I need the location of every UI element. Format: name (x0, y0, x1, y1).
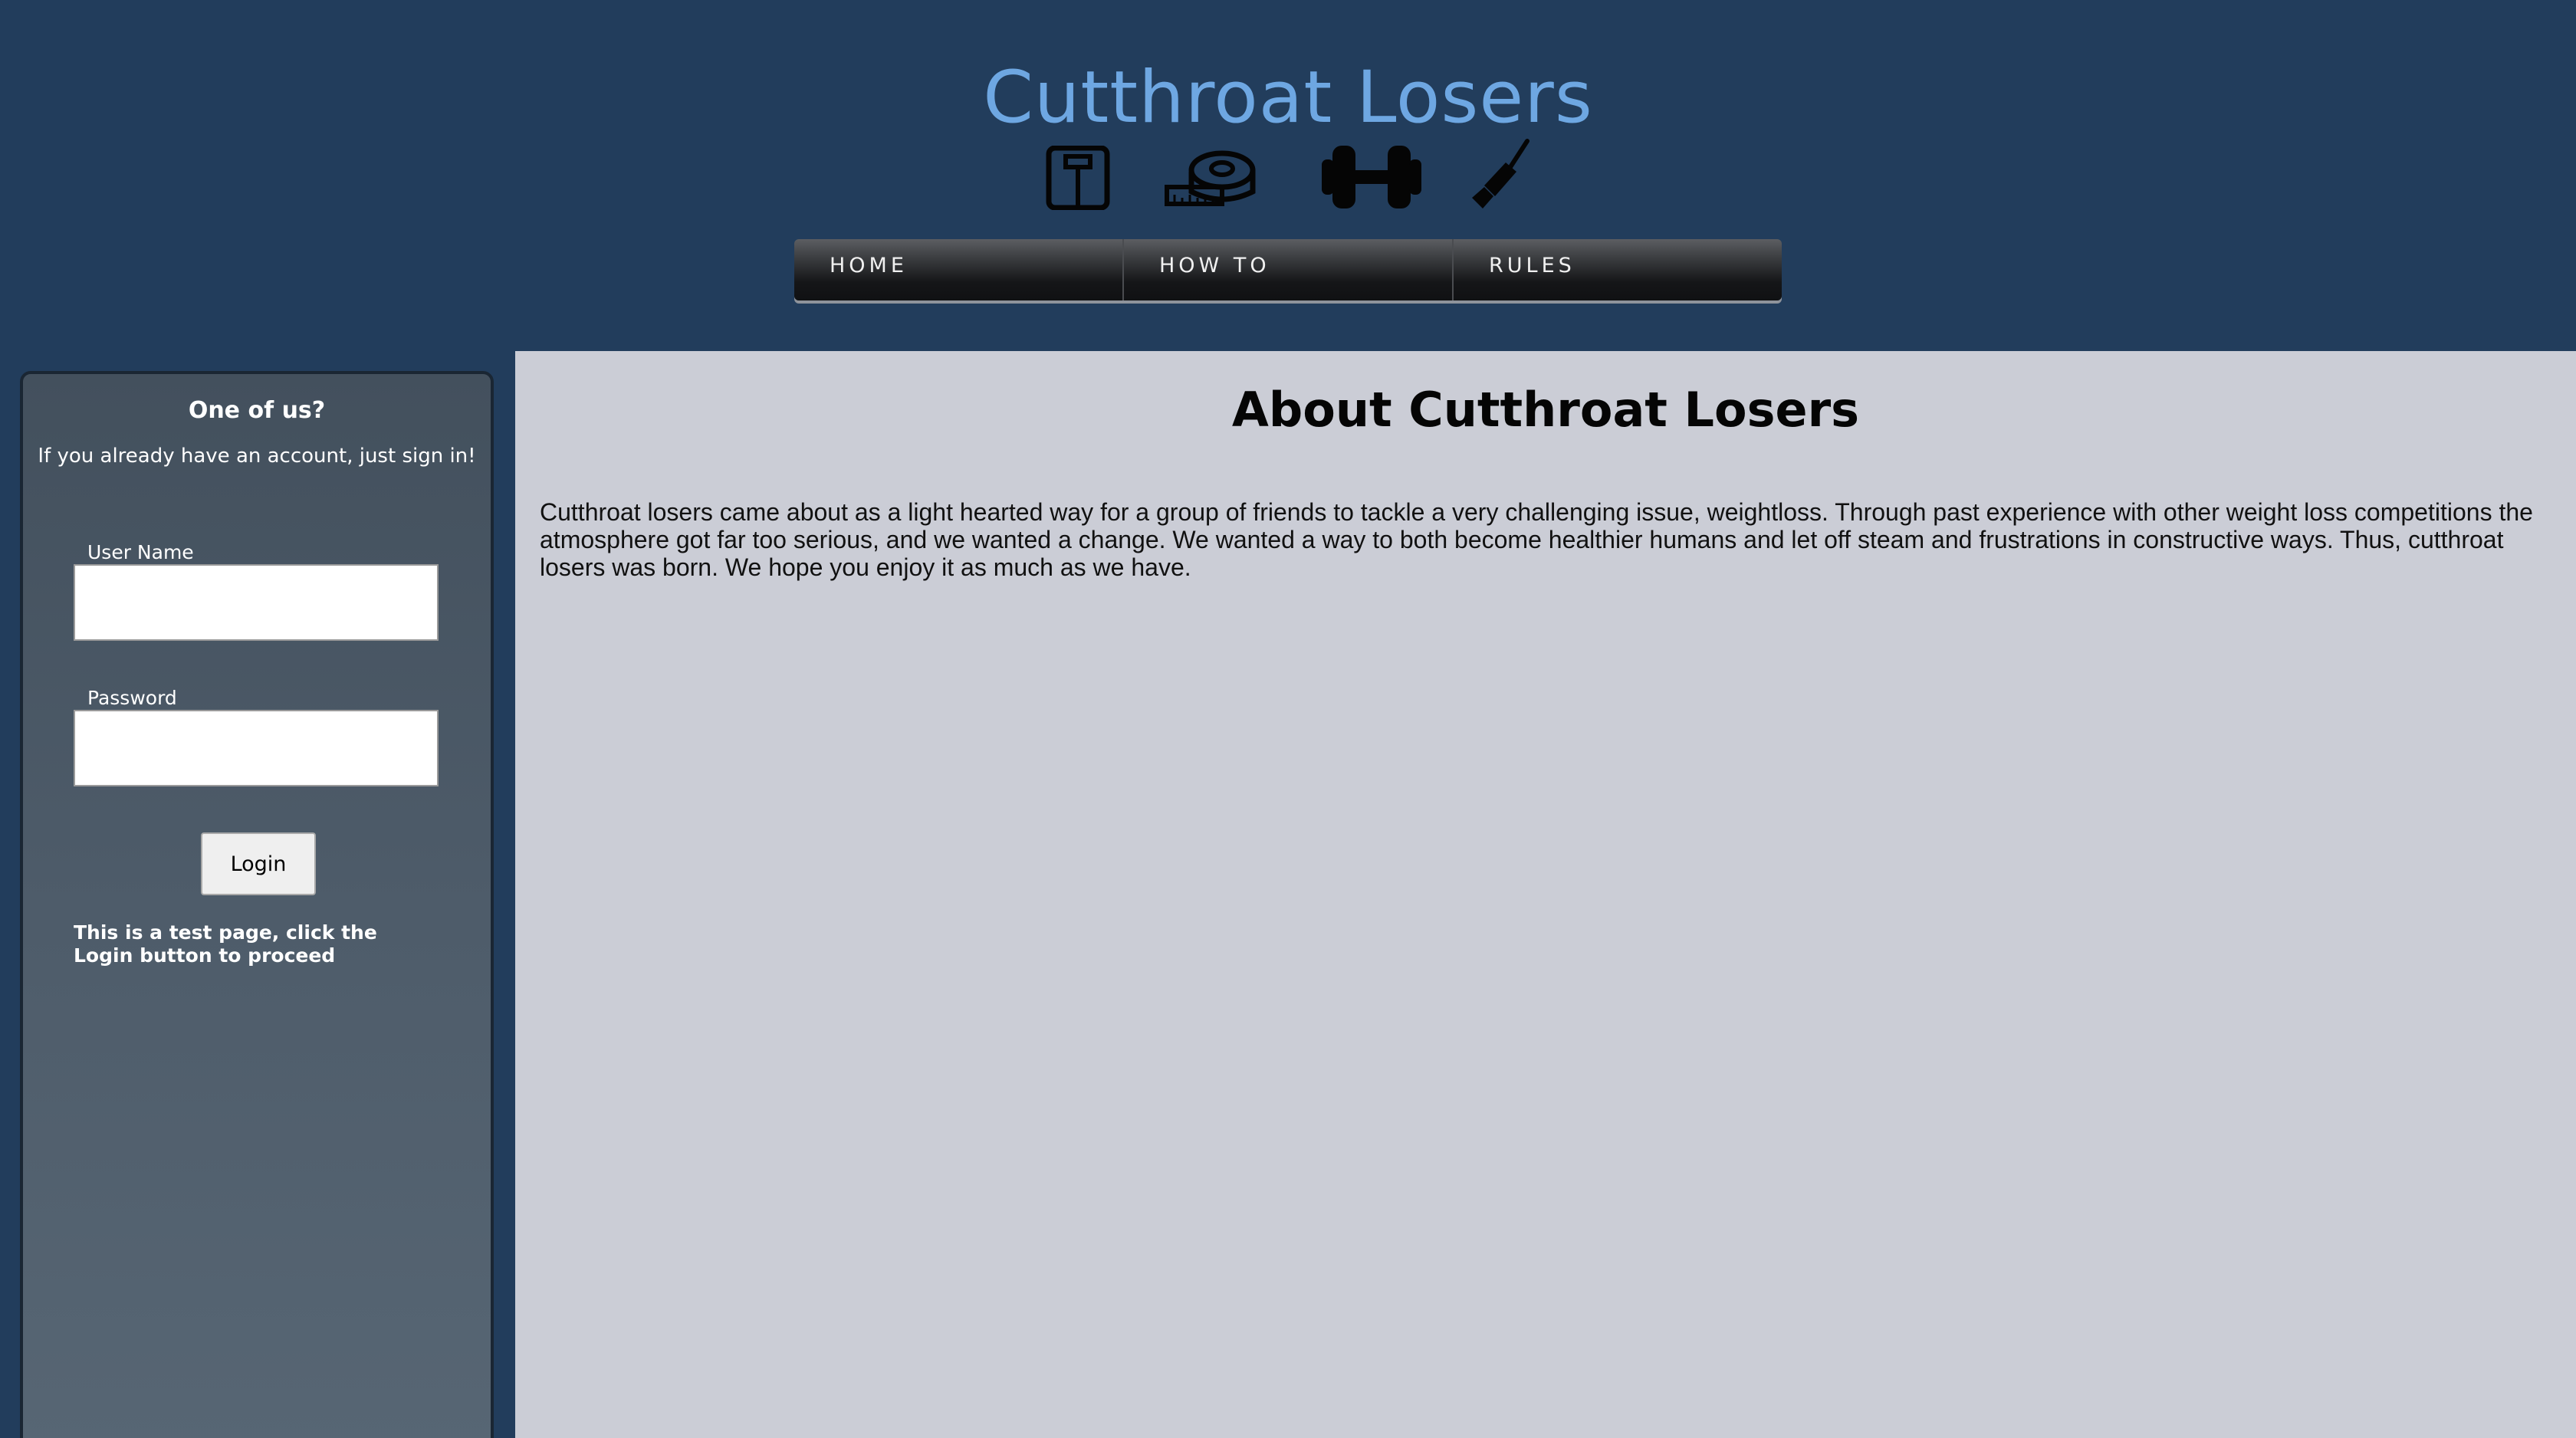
dumbbell-icon (1320, 143, 1423, 212)
nav-home[interactable]: HOME (794, 239, 1124, 300)
password-label: Password (87, 687, 177, 709)
site-title: Cutthroat Losers (983, 56, 1593, 140)
sidebar-subheading: If you already have an account, just sig… (38, 445, 476, 468)
nav-how-to[interactable]: HOW TO (1124, 239, 1454, 300)
login-sidebar: One of us? If you already have an accoun… (20, 371, 494, 1438)
tape-measure-icon (1164, 149, 1257, 210)
username-label: User Name (87, 541, 194, 563)
password-input[interactable] (74, 710, 439, 786)
main-content: About Cutthroat Losers Cutthroat losers … (515, 351, 2576, 1438)
knife-icon (1469, 138, 1530, 210)
sidebar-heading: One of us? (188, 397, 326, 424)
username-input[interactable] (74, 564, 439, 641)
main-nav: HOME HOW TO RULES (794, 239, 1782, 300)
about-paragraph: Cutthroat losers came about as a light h… (540, 498, 2533, 581)
page-title: About Cutthroat Losers (1231, 382, 1860, 438)
nav-rules[interactable]: RULES (1454, 239, 1782, 300)
login-button[interactable]: Login (201, 832, 316, 895)
site-header: Cutthroat Losers HOME HOW TO RULES (0, 0, 2576, 351)
test-page-note: This is a test page, click the Login but… (74, 921, 377, 967)
scale-icon (1046, 146, 1110, 210)
